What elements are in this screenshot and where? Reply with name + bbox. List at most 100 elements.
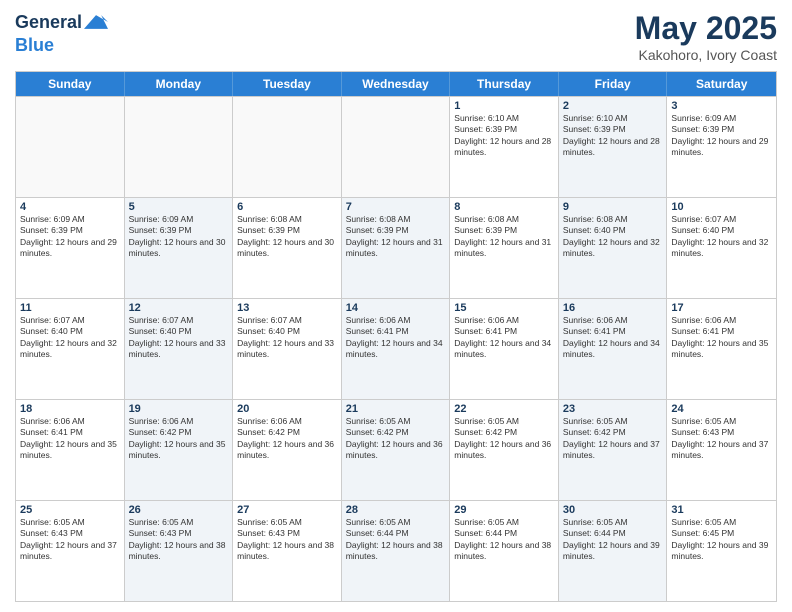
day-cell-19: 19Sunrise: 6:06 AM Sunset: 6:42 PM Dayli… (125, 400, 234, 500)
day-header-wednesday: Wednesday (342, 72, 451, 96)
day-cell-24: 24Sunrise: 6:05 AM Sunset: 6:43 PM Dayli… (667, 400, 776, 500)
logo-icon (84, 10, 108, 34)
header: GeneralBlue May 2025 Kakohoro, Ivory Coa… (15, 10, 777, 63)
day-number: 12 (129, 302, 229, 314)
day-number: 19 (129, 403, 229, 415)
logo-blue: Blue (15, 35, 54, 55)
day-info: Sunrise: 6:05 AM Sunset: 6:43 PM Dayligh… (129, 517, 229, 563)
day-number: 1 (454, 100, 554, 112)
title-area: May 2025 Kakohoro, Ivory Coast (635, 10, 777, 63)
day-header-friday: Friday (559, 72, 668, 96)
day-number: 30 (563, 504, 663, 516)
day-info: Sunrise: 6:05 AM Sunset: 6:42 PM Dayligh… (454, 416, 554, 462)
day-cell-6: 6Sunrise: 6:08 AM Sunset: 6:39 PM Daylig… (233, 198, 342, 298)
calendar-row-1: 1Sunrise: 6:10 AM Sunset: 6:39 PM Daylig… (16, 96, 776, 197)
day-number: 6 (237, 201, 337, 213)
day-number: 16 (563, 302, 663, 314)
day-number: 25 (20, 504, 120, 516)
day-info: Sunrise: 6:09 AM Sunset: 6:39 PM Dayligh… (129, 214, 229, 260)
day-number: 20 (237, 403, 337, 415)
day-number: 23 (563, 403, 663, 415)
day-cell-31: 31Sunrise: 6:05 AM Sunset: 6:45 PM Dayli… (667, 501, 776, 601)
day-cell-4: 4Sunrise: 6:09 AM Sunset: 6:39 PM Daylig… (16, 198, 125, 298)
day-number: 10 (671, 201, 772, 213)
day-cell-2: 2Sunrise: 6:10 AM Sunset: 6:39 PM Daylig… (559, 97, 668, 197)
day-info: Sunrise: 6:09 AM Sunset: 6:39 PM Dayligh… (671, 113, 772, 159)
day-info: Sunrise: 6:06 AM Sunset: 6:41 PM Dayligh… (671, 315, 772, 361)
day-info: Sunrise: 6:05 AM Sunset: 6:43 PM Dayligh… (671, 416, 772, 462)
calendar-row-4: 18Sunrise: 6:06 AM Sunset: 6:41 PM Dayli… (16, 399, 776, 500)
day-info: Sunrise: 6:06 AM Sunset: 6:42 PM Dayligh… (129, 416, 229, 462)
logo: GeneralBlue (15, 10, 108, 56)
day-info: Sunrise: 6:07 AM Sunset: 6:40 PM Dayligh… (129, 315, 229, 361)
day-info: Sunrise: 6:08 AM Sunset: 6:39 PM Dayligh… (454, 214, 554, 260)
day-header-monday: Monday (125, 72, 234, 96)
day-cell-22: 22Sunrise: 6:05 AM Sunset: 6:42 PM Dayli… (450, 400, 559, 500)
day-info: Sunrise: 6:07 AM Sunset: 6:40 PM Dayligh… (20, 315, 120, 361)
day-number: 21 (346, 403, 446, 415)
day-info: Sunrise: 6:05 AM Sunset: 6:43 PM Dayligh… (20, 517, 120, 563)
empty-cell-r0c1 (125, 97, 234, 197)
day-header-tuesday: Tuesday (233, 72, 342, 96)
month-title: May 2025 (635, 10, 777, 47)
day-cell-16: 16Sunrise: 6:06 AM Sunset: 6:41 PM Dayli… (559, 299, 668, 399)
day-cell-17: 17Sunrise: 6:06 AM Sunset: 6:41 PM Dayli… (667, 299, 776, 399)
day-info: Sunrise: 6:05 AM Sunset: 6:42 PM Dayligh… (346, 416, 446, 462)
calendar: SundayMondayTuesdayWednesdayThursdayFrid… (15, 71, 777, 602)
page: GeneralBlue May 2025 Kakohoro, Ivory Coa… (0, 0, 792, 612)
day-info: Sunrise: 6:05 AM Sunset: 6:44 PM Dayligh… (563, 517, 663, 563)
day-cell-9: 9Sunrise: 6:08 AM Sunset: 6:40 PM Daylig… (559, 198, 668, 298)
day-cell-29: 29Sunrise: 6:05 AM Sunset: 6:44 PM Dayli… (450, 501, 559, 601)
day-number: 14 (346, 302, 446, 314)
day-cell-5: 5Sunrise: 6:09 AM Sunset: 6:39 PM Daylig… (125, 198, 234, 298)
day-header-thursday: Thursday (450, 72, 559, 96)
day-info: Sunrise: 6:10 AM Sunset: 6:39 PM Dayligh… (563, 113, 663, 159)
empty-cell-r0c0 (16, 97, 125, 197)
day-number: 15 (454, 302, 554, 314)
calendar-header: SundayMondayTuesdayWednesdayThursdayFrid… (16, 72, 776, 96)
day-info: Sunrise: 6:09 AM Sunset: 6:39 PM Dayligh… (20, 214, 120, 260)
day-cell-23: 23Sunrise: 6:05 AM Sunset: 6:42 PM Dayli… (559, 400, 668, 500)
day-cell-26: 26Sunrise: 6:05 AM Sunset: 6:43 PM Dayli… (125, 501, 234, 601)
day-number: 27 (237, 504, 337, 516)
day-cell-21: 21Sunrise: 6:05 AM Sunset: 6:42 PM Dayli… (342, 400, 451, 500)
empty-cell-r0c3 (342, 97, 451, 197)
day-number: 3 (671, 100, 772, 112)
day-number: 24 (671, 403, 772, 415)
day-info: Sunrise: 6:05 AM Sunset: 6:43 PM Dayligh… (237, 517, 337, 563)
day-info: Sunrise: 6:05 AM Sunset: 6:44 PM Dayligh… (346, 517, 446, 563)
day-number: 18 (20, 403, 120, 415)
calendar-row-5: 25Sunrise: 6:05 AM Sunset: 6:43 PM Dayli… (16, 500, 776, 601)
day-cell-18: 18Sunrise: 6:06 AM Sunset: 6:41 PM Dayli… (16, 400, 125, 500)
day-cell-14: 14Sunrise: 6:06 AM Sunset: 6:41 PM Dayli… (342, 299, 451, 399)
day-info: Sunrise: 6:06 AM Sunset: 6:41 PM Dayligh… (563, 315, 663, 361)
empty-cell-r0c2 (233, 97, 342, 197)
calendar-row-3: 11Sunrise: 6:07 AM Sunset: 6:40 PM Dayli… (16, 298, 776, 399)
day-info: Sunrise: 6:10 AM Sunset: 6:39 PM Dayligh… (454, 113, 554, 159)
day-cell-3: 3Sunrise: 6:09 AM Sunset: 6:39 PM Daylig… (667, 97, 776, 197)
day-info: Sunrise: 6:07 AM Sunset: 6:40 PM Dayligh… (671, 214, 772, 260)
day-number: 26 (129, 504, 229, 516)
day-cell-10: 10Sunrise: 6:07 AM Sunset: 6:40 PM Dayli… (667, 198, 776, 298)
day-cell-1: 1Sunrise: 6:10 AM Sunset: 6:39 PM Daylig… (450, 97, 559, 197)
day-header-sunday: Sunday (16, 72, 125, 96)
day-number: 13 (237, 302, 337, 314)
day-header-saturday: Saturday (667, 72, 776, 96)
calendar-body: 1Sunrise: 6:10 AM Sunset: 6:39 PM Daylig… (16, 96, 776, 601)
day-cell-8: 8Sunrise: 6:08 AM Sunset: 6:39 PM Daylig… (450, 198, 559, 298)
calendar-row-2: 4Sunrise: 6:09 AM Sunset: 6:39 PM Daylig… (16, 197, 776, 298)
day-info: Sunrise: 6:08 AM Sunset: 6:39 PM Dayligh… (346, 214, 446, 260)
day-number: 11 (20, 302, 120, 314)
day-number: 9 (563, 201, 663, 213)
day-number: 28 (346, 504, 446, 516)
day-info: Sunrise: 6:08 AM Sunset: 6:40 PM Dayligh… (563, 214, 663, 260)
day-number: 8 (454, 201, 554, 213)
day-info: Sunrise: 6:07 AM Sunset: 6:40 PM Dayligh… (237, 315, 337, 361)
logo-text: GeneralBlue (15, 10, 108, 56)
day-number: 7 (346, 201, 446, 213)
day-number: 5 (129, 201, 229, 213)
day-cell-12: 12Sunrise: 6:07 AM Sunset: 6:40 PM Dayli… (125, 299, 234, 399)
day-cell-7: 7Sunrise: 6:08 AM Sunset: 6:39 PM Daylig… (342, 198, 451, 298)
day-info: Sunrise: 6:05 AM Sunset: 6:42 PM Dayligh… (563, 416, 663, 462)
day-info: Sunrise: 6:06 AM Sunset: 6:41 PM Dayligh… (454, 315, 554, 361)
